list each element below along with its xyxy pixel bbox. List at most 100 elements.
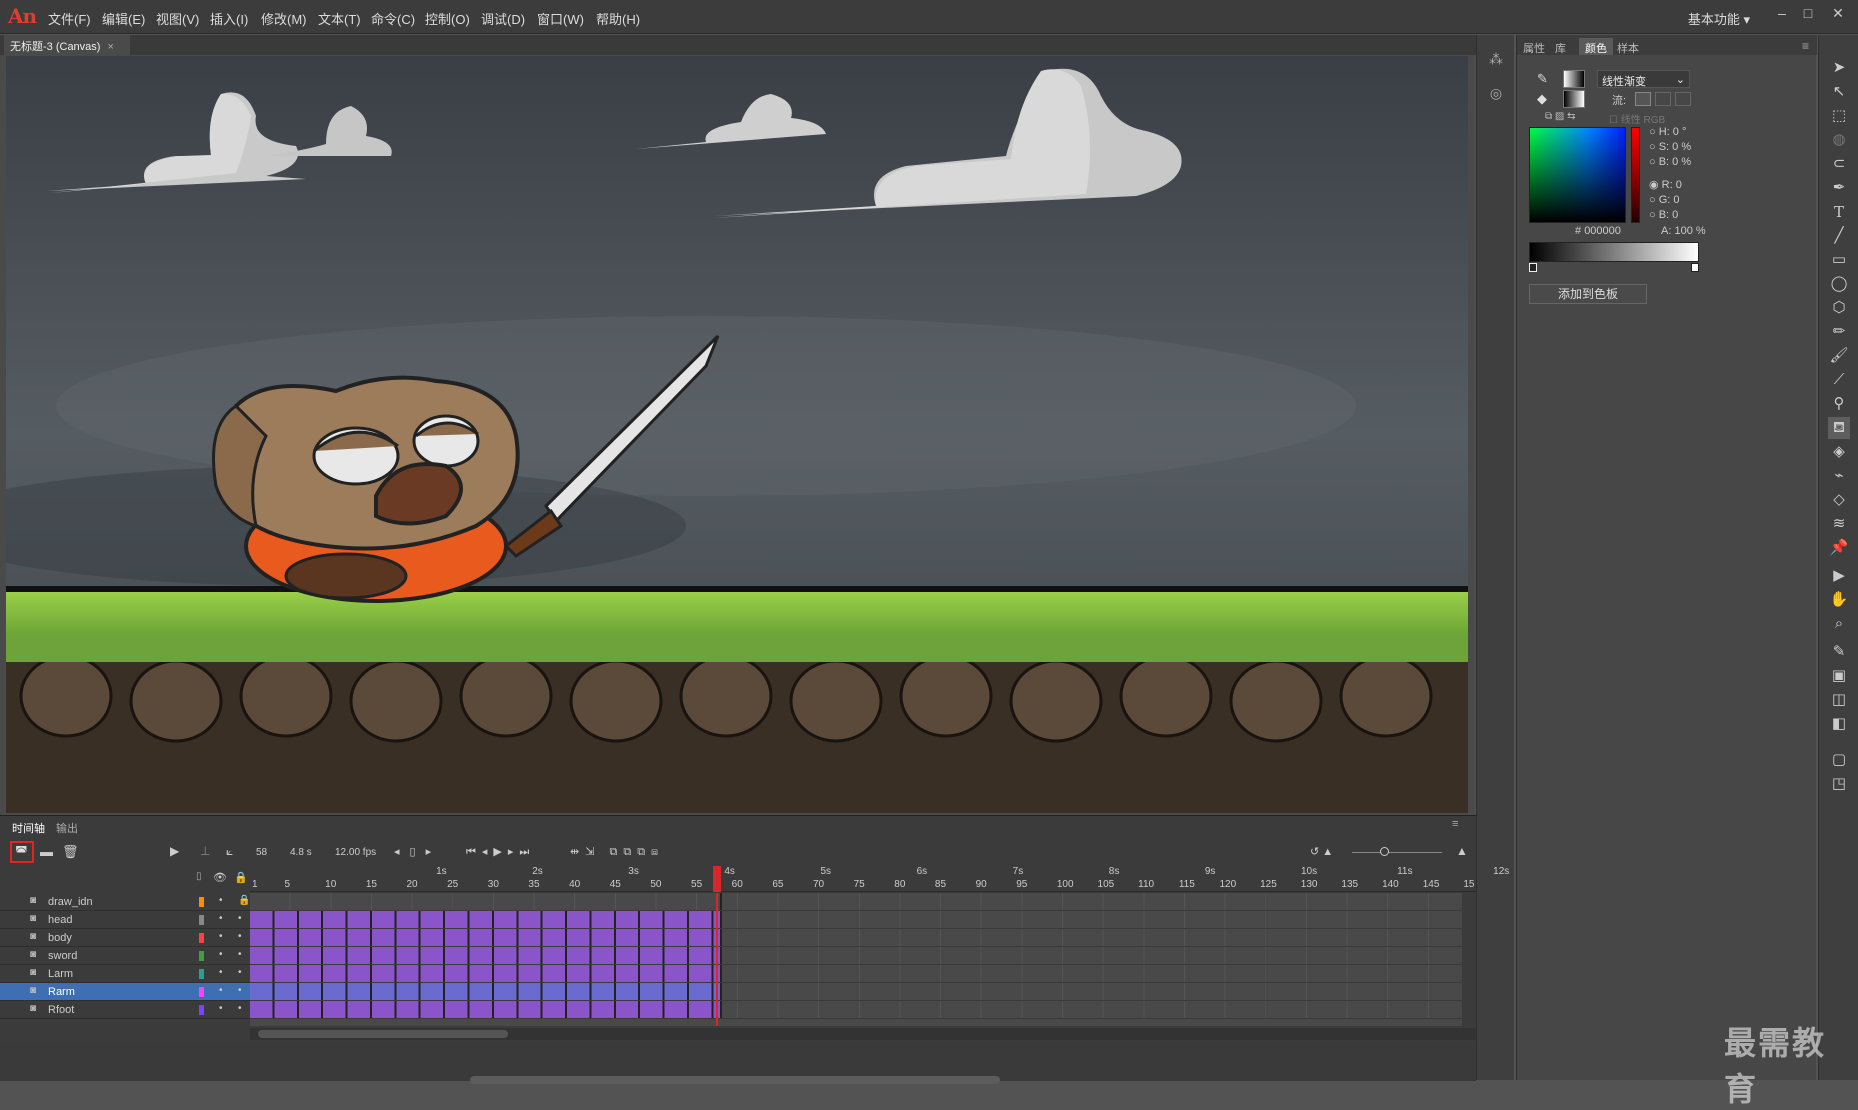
workspace-switcher[interactable]: 基本功能 ▾ [1688,9,1750,28]
playback-controls[interactable]: ⏮◂▶▸⏭ [466,845,535,859]
parent-view-icon[interactable]: ⊥ [200,844,210,858]
gradient-stop-right[interactable] [1691,263,1699,272]
motion-presets-icon[interactable]: ⁂ [1487,51,1505,69]
visibility-dot[interactable]: • [219,1003,223,1014]
red-value[interactable]: 0 [1676,179,1682,191]
flow-repeat-button[interactable] [1675,92,1691,106]
menu-text[interactable]: 文本(T) [318,9,361,28]
3d-rotation-tool-icon[interactable]: ◍ [1828,129,1850,151]
keyframe-span[interactable] [250,965,722,982]
current-frame[interactable]: 58 [256,847,267,858]
polystar-tool-icon[interactable]: ⬡ [1828,297,1850,319]
fill-swatch[interactable] [1563,90,1585,108]
layer-name[interactable]: Rfoot [48,1004,74,1016]
alpha-value[interactable]: 100 % [1674,225,1705,237]
menu-view[interactable]: 视图(V) [156,9,199,28]
lock-dot[interactable]: • [238,967,242,978]
layer-row[interactable]: ◙ sword • • [0,947,250,965]
eyedropper-tool-icon[interactable]: ⌁ [1828,465,1850,487]
fit-icon[interactable]: ▲ [1456,844,1468,858]
menu-debug[interactable]: 调试(D) [481,9,525,28]
zoom-tool-icon[interactable]: ⌕ [1828,613,1850,635]
menu-window[interactable]: 窗口(W) [537,9,584,28]
brightness-radio[interactable]: ○ B: 0 % [1649,155,1691,170]
cc-libraries-icon[interactable]: ◎ [1487,85,1505,103]
close-tab-icon[interactable]: × [108,41,114,53]
keyframe-span[interactable] [250,983,722,1000]
pen-tool-icon[interactable]: ✒ [1828,177,1850,199]
graph-icon[interactable]: ⟀ [226,844,233,859]
tab-properties[interactable]: 属性 [1523,40,1545,56]
menu-insert[interactable]: 插入(I) [210,9,248,28]
pin-tool-icon[interactable]: 📌 [1828,537,1850,559]
layer-row[interactable]: ◙ Rarm • • [0,983,250,1001]
layer-row[interactable]: ◙ head • • [0,911,250,929]
undo-icon[interactable]: ↺ ▲ [1310,845,1333,858]
visibility-dot[interactable]: • [219,913,223,924]
black-white-icon[interactable]: ▢ [1828,749,1850,771]
selection-tool-icon[interactable]: ➤ [1828,57,1850,79]
hex-field[interactable]: # 000000 [1575,225,1621,237]
layer-name[interactable]: Larm [48,968,73,980]
layer-frames[interactable] [250,983,1462,1001]
lock-dot[interactable]: • [238,913,242,924]
keyframe-span[interactable] [250,947,722,964]
brush-tool-icon[interactable]: ⟋ [1828,369,1850,391]
lock-dot[interactable]: • [238,949,242,960]
line-tool-icon[interactable]: ╱ [1828,225,1850,247]
eye-icon[interactable]: 👁 [213,871,227,885]
frame-ruler[interactable]: 1s 2s 3s 4s 5s 6s 7s 8s 9s 10s 11s 12s 1 5 10 15 20 25 30 3… [250,865,1509,892]
width-tool-icon[interactable]: ≋ [1828,513,1850,535]
free-transform-tool-icon[interactable]: ⬚ [1828,105,1850,127]
flow-extend-button[interactable] [1635,92,1651,106]
add-swatch-button[interactable]: 添加到色板 [1529,284,1647,304]
visibility-dot[interactable]: • [219,895,223,906]
eraser-tool-icon[interactable]: ◇ [1828,489,1850,511]
color-picker-field[interactable] [1529,127,1626,223]
layer-frames[interactable] [250,965,1462,983]
layer-name[interactable]: body [48,932,72,944]
tab-library[interactable]: 库 [1555,40,1566,56]
layer-row[interactable]: ◙ Larm • • [0,965,250,983]
fill-color-tool-icon[interactable]: ▣ [1828,665,1850,687]
oval-tool-icon[interactable]: ◯ [1828,273,1850,295]
menu-modify[interactable]: 修改(M) [261,9,307,28]
tab-color[interactable]: 颜色 [1579,38,1613,55]
layer-outline-color[interactable] [199,1005,204,1015]
tab-swatches[interactable]: 样本 [1617,40,1639,56]
paint-bucket-tool-icon[interactable]: ⛾ [1828,417,1850,439]
hex-value[interactable]: 000000 [1584,225,1621,237]
frame-rate[interactable]: 12.00 fps [335,847,376,858]
layer-name[interactable]: head [48,914,72,926]
delete-layer-icon[interactable]: 🗑 [62,844,79,860]
object-drawing-icon[interactable]: ◫ [1828,689,1850,711]
visibility-dot[interactable]: • [219,967,223,978]
green-value[interactable]: 0 [1673,194,1679,206]
layer-name[interactable]: sword [48,950,77,962]
alpha-field[interactable]: A: 100 % [1661,225,1706,237]
gradient-bar[interactable] [1529,242,1699,262]
layer-name[interactable]: Rarm [48,986,75,998]
menu-commands[interactable]: 命令(C) [371,9,415,28]
saturation-radio[interactable]: ○ S: 0 % [1649,140,1691,155]
menu-help[interactable]: 帮助(H) [596,9,640,28]
keyframe-span[interactable] [250,929,722,946]
layer-row[interactable]: ◙ draw_idn • 🔒 [0,893,250,911]
zoom-slider-thumb[interactable] [1380,847,1389,856]
lock-dot[interactable]: • [238,985,242,996]
swap-icon[interactable]: ◳ [1828,773,1850,795]
onion-skin-controls[interactable]: ⇹⇲ ⧉⧉⧉⧈ [570,845,664,859]
tab-timeline[interactable]: 时间轴 [12,820,45,836]
lasso-tool-icon[interactable]: ⊂ [1828,153,1850,175]
close-window-icon[interactable]: ✕ [1826,5,1850,25]
pencil-tool-icon[interactable]: ✏ [1828,321,1850,343]
stroke-color-icon[interactable]: ✎ [1537,71,1557,89]
panel-menu-icon[interactable]: ≡ [1452,818,1458,830]
new-layer-icon[interactable]: ◚ [15,844,28,860]
saturation-value[interactable]: 0 % [1672,141,1691,153]
hue-radio[interactable]: ○ H: 0 ° [1649,125,1691,140]
swap-colors-icon[interactable]: ⧉ ▨ ⇆ [1545,111,1576,122]
visibility-dot[interactable]: • [219,985,223,996]
camera-tool-icon[interactable]: ▶ [1828,565,1850,587]
frame-grid[interactable] [250,893,1462,1026]
